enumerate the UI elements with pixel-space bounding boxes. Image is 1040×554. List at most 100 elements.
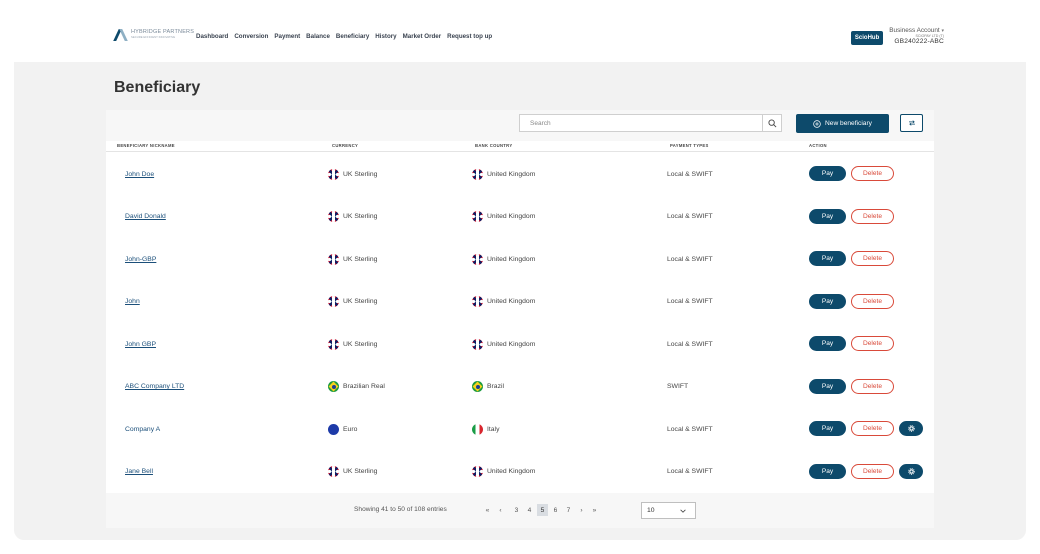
column-header-action: ACTION xyxy=(809,143,827,148)
column-header-currency[interactable]: CURRENCY xyxy=(332,143,358,148)
bank-country-cell: United Kingdom xyxy=(472,153,535,195)
pay-button[interactable]: Pay xyxy=(809,251,846,266)
currency-name: UK Sterling xyxy=(343,170,378,178)
page-button-active[interactable]: 5 xyxy=(537,504,548,516)
search-button[interactable] xyxy=(762,115,781,131)
bank-country-name: United Kingdom xyxy=(487,298,536,305)
currency-cell: UK Sterling xyxy=(328,323,377,365)
nav-dashboard[interactable]: Dashboard xyxy=(196,33,228,40)
delete-button[interactable]: Delete xyxy=(851,293,894,309)
beneficiary-nickname[interactable]: ABC Company LTD xyxy=(125,383,184,390)
payment-types: Local & SWIFT xyxy=(667,170,713,178)
per-page-select[interactable]: 10 xyxy=(641,502,696,519)
pay-button[interactable]: Pay xyxy=(809,293,846,309)
bank-country-name: United Kingdom xyxy=(487,255,536,263)
column-header-payment-types[interactable]: PAYMENT TYPES xyxy=(670,143,709,148)
currency-cell: UK Sterling xyxy=(328,196,377,238)
payment-types: Local & SWIFT xyxy=(667,340,713,348)
bank-country-name: United Kingdom xyxy=(487,468,536,475)
sciohub-badge: ScioHub xyxy=(850,31,884,45)
payment-types: Local & SWIFT xyxy=(667,468,713,475)
prev-page-button[interactable]: ‹ xyxy=(495,504,506,516)
pay-button[interactable]: Pay xyxy=(809,378,846,394)
gear-icon xyxy=(907,425,915,432)
delete-button[interactable]: Delete xyxy=(851,421,894,436)
bank-country-cell: Italy xyxy=(472,408,499,450)
pay-button[interactable]: Pay xyxy=(809,166,846,181)
beneficiary-nickname[interactable]: John GBP xyxy=(125,341,156,348)
beneficiary-nickname[interactable]: John-GBP xyxy=(125,256,156,263)
column-header-nickname[interactable]: BENEFICIARY NICKNAME xyxy=(117,143,175,148)
search-input[interactable] xyxy=(520,115,762,131)
table-header: BENEFICIARY NICKNAME CURRENCY BANK COUNT… xyxy=(106,141,934,152)
nav-market-order[interactable]: Market Order xyxy=(403,33,442,40)
currency-cell: UK Sterling xyxy=(328,238,377,280)
delete-button[interactable]: Delete xyxy=(851,378,894,394)
nav-beneficiary[interactable]: Beneficiary xyxy=(336,33,369,40)
beneficiary-nickname[interactable]: Jane Bell xyxy=(125,468,153,475)
first-page-button[interactable]: « xyxy=(482,504,493,516)
nav-balance[interactable]: Balance xyxy=(306,33,330,40)
pay-button[interactable]: Pay xyxy=(809,208,846,224)
column-header-bank-country[interactable]: BANK COUNTRY xyxy=(475,143,512,148)
bank-country-cell: United Kingdom xyxy=(472,451,535,493)
nav-history[interactable]: History xyxy=(375,33,396,40)
delete-button[interactable]: Delete xyxy=(851,251,894,266)
beneficiary-nickname[interactable]: John xyxy=(125,298,140,305)
swap-arrows-icon xyxy=(908,120,915,126)
per-page-value: 10 xyxy=(647,507,655,514)
main-nav: Dashboard Conversion Payment Balance Ben… xyxy=(196,33,492,40)
delete-button[interactable]: Delete xyxy=(851,463,894,479)
chevron-down-icon xyxy=(680,509,686,513)
recurring-settings-button[interactable] xyxy=(899,421,923,436)
bank-country-cell: Brazil xyxy=(472,366,504,408)
currency-flag-icon xyxy=(328,211,339,222)
payment-types: SWIFT xyxy=(667,383,689,390)
table-row: Company A Euro Italy Local & SWIFT Pay Delete xyxy=(106,408,934,450)
bank-country-name: United Kingdom xyxy=(487,213,536,220)
page-button[interactable]: 6 xyxy=(550,504,561,516)
nav-conversion[interactable]: Conversion xyxy=(234,33,268,40)
currency-cell: UK Sterling xyxy=(328,153,377,195)
nav-payment[interactable]: Payment xyxy=(274,33,300,40)
pay-button[interactable]: Pay xyxy=(809,336,846,351)
delete-button[interactable]: Delete xyxy=(851,166,894,181)
new-beneficiary-button[interactable]: New beneficiary xyxy=(796,114,889,133)
beneficiary-nickname[interactable]: David Donald xyxy=(125,213,166,220)
nav-request-top-up[interactable]: Request top up xyxy=(447,33,492,40)
delete-button[interactable]: Delete xyxy=(851,208,894,224)
table-row: John GBP UK Sterling United Kingdom Local &… xyxy=(106,323,934,365)
country-flag-icon xyxy=(472,296,483,307)
bank-country-name: Italy xyxy=(487,425,500,433)
swap-button[interactable] xyxy=(900,114,923,132)
page-button[interactable]: 3 xyxy=(511,504,522,516)
currency-name: UK Sterling xyxy=(343,468,378,475)
entries-summary: Showing 41 to 50 of 108 entries xyxy=(354,506,447,513)
bank-country-name: Brazil xyxy=(487,383,504,390)
currency-flag-icon xyxy=(328,168,339,180)
bank-country-cell: United Kingdom xyxy=(472,281,535,323)
currency-cell: Euro xyxy=(328,408,357,450)
country-flag-icon xyxy=(472,381,483,392)
search-icon xyxy=(767,118,776,127)
pay-button[interactable]: Pay xyxy=(809,463,846,479)
last-page-button[interactable]: » xyxy=(589,504,600,516)
table-row: ABC Company LTD Brazilian Real Brazil SWIFT… xyxy=(106,366,934,408)
country-flag-icon xyxy=(472,253,483,265)
account-switcher[interactable]: ScioHub Business Account ▾ SCIOPAY LTD (… xyxy=(850,27,944,46)
pay-button[interactable]: Pay xyxy=(809,421,846,436)
recurring-settings-button[interactable] xyxy=(899,463,923,479)
page-button[interactable]: 7 xyxy=(563,504,574,516)
currency-cell: Brazilian Real xyxy=(328,366,385,408)
currency-name: Euro xyxy=(343,425,358,433)
currency-name: UK Sterling xyxy=(343,213,378,220)
payment-types: Local & SWIFT xyxy=(667,298,713,305)
beneficiary-nickname[interactable]: John Doe xyxy=(125,171,154,178)
next-page-button[interactable]: › xyxy=(576,504,587,516)
page-button[interactable]: 4 xyxy=(524,504,535,516)
company-logo[interactable]: HYBRIDGE PARTNERS SECURE EFFICIENT INNOV… xyxy=(113,29,194,41)
delete-button[interactable]: Delete xyxy=(851,336,894,351)
currency-flag-icon xyxy=(328,466,339,477)
bank-country-name: United Kingdom xyxy=(487,170,536,178)
page-title: Beneficiary xyxy=(114,79,201,96)
